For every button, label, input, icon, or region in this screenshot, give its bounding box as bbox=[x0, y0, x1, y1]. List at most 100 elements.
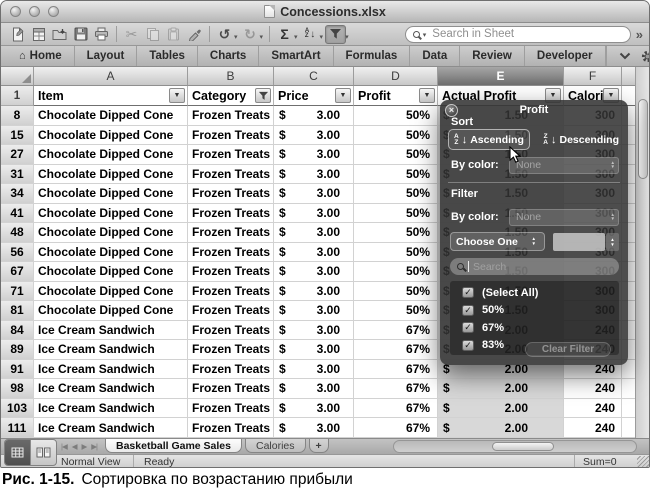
cell-profit[interactable]: 50% bbox=[354, 164, 438, 185]
tab-nav-arrow-1[interactable]: ◀ bbox=[72, 442, 78, 451]
tab-tables[interactable]: Tables bbox=[137, 46, 198, 66]
cell-category[interactable]: Frozen Treats bbox=[188, 164, 274, 185]
vertical-scrollbar-thumb[interactable] bbox=[637, 99, 648, 179]
filter-menu-caret[interactable]: ▾ bbox=[345, 33, 349, 41]
tab-nav-arrow-3[interactable]: ▶| bbox=[91, 442, 98, 451]
cell-category[interactable]: Frozen Treats bbox=[188, 281, 274, 302]
paste-icon[interactable] bbox=[163, 25, 184, 44]
cell-profit[interactable]: 50% bbox=[354, 281, 438, 302]
cell-profit[interactable]: 50% bbox=[354, 145, 438, 165]
cell-item[interactable]: Ice Cream Sandwich bbox=[34, 340, 188, 360]
cell-profit[interactable]: 50% bbox=[354, 203, 438, 224]
cell-item[interactable]: Chocolate Dipped Cone bbox=[34, 262, 188, 282]
cell-item[interactable]: Chocolate Dipped Cone bbox=[34, 184, 188, 204]
cell-item[interactable]: Ice Cream Sandwich bbox=[34, 379, 188, 399]
filter-value-stepper[interactable]: ▲ ▼ bbox=[606, 232, 619, 251]
zoom-window-button[interactable] bbox=[48, 6, 59, 17]
column-header-b[interactable]: B bbox=[188, 67, 274, 86]
toolbar-overflow-icon[interactable]: » bbox=[636, 27, 643, 42]
tab-nav-arrow-0[interactable]: |◀ bbox=[61, 442, 68, 451]
collapse-ribbon-icon[interactable] bbox=[619, 47, 631, 65]
row-number[interactable]: 56 bbox=[1, 242, 34, 263]
cell-actual-profit[interactable]: $2.00 bbox=[438, 398, 564, 419]
row-number[interactable]: 84 bbox=[1, 320, 34, 341]
vertical-scrollbar[interactable] bbox=[635, 67, 649, 438]
sheet-tab-calories[interactable]: Calories bbox=[244, 439, 306, 453]
select-all-corner[interactable] bbox=[1, 67, 34, 86]
checkbox-checked-icon[interactable]: ✓ bbox=[462, 287, 474, 299]
cell-item[interactable]: Chocolate Dipped Cone bbox=[34, 281, 188, 302]
row-number[interactable]: 1 bbox=[1, 86, 34, 106]
cell-profit[interactable]: 50% bbox=[354, 262, 438, 282]
filter-search-field[interactable]: Search bbox=[450, 258, 619, 275]
new-from-template-icon[interactable] bbox=[28, 25, 49, 44]
cell-profit[interactable]: 50% bbox=[354, 223, 438, 243]
tab-layout[interactable]: Layout bbox=[75, 46, 138, 66]
cell-price[interactable]: $3.00 bbox=[274, 145, 354, 165]
row-number[interactable]: 71 bbox=[1, 281, 34, 302]
cell-profit[interactable]: 67% bbox=[354, 359, 438, 380]
cell-item[interactable]: Chocolate Dipped Cone bbox=[34, 223, 188, 243]
row-number[interactable]: 48 bbox=[1, 223, 34, 243]
filter-option-50[interactable]: ✓ 50% bbox=[450, 302, 619, 320]
checkbox-checked-icon[interactable]: ✓ bbox=[462, 339, 474, 351]
autosum-menu-caret[interactable]: ▾ bbox=[294, 33, 298, 41]
redo-icon[interactable]: ↻ bbox=[240, 25, 261, 44]
cell-item[interactable]: Ice Cream Sandwich bbox=[34, 359, 188, 380]
tab-review[interactable]: Review bbox=[460, 46, 525, 66]
row-number[interactable]: 98 bbox=[1, 379, 34, 399]
cell-price[interactable]: $3.00 bbox=[274, 340, 354, 360]
cell-category[interactable]: Frozen Treats bbox=[188, 223, 274, 243]
row-number[interactable]: 81 bbox=[1, 301, 34, 321]
cell-actual-profit[interactable]: $2.00 bbox=[438, 418, 564, 438]
row-number[interactable]: 89 bbox=[1, 340, 34, 360]
resize-grip[interactable] bbox=[637, 455, 649, 467]
filter-value-field[interactable] bbox=[553, 232, 605, 251]
cell-price[interactable]: $3.00 bbox=[274, 398, 354, 419]
cell-item[interactable]: Ice Cream Sandwich bbox=[34, 320, 188, 341]
cell-item[interactable]: Chocolate Dipped Cone bbox=[34, 106, 188, 126]
cut-icon[interactable]: ✂ bbox=[121, 25, 142, 44]
sort-by-color-dropdown[interactable]: None ▲ ▼ bbox=[509, 156, 619, 174]
cell-item[interactable]: Chocolate Dipped Cone bbox=[34, 164, 188, 185]
cell-item[interactable]: Chocolate Dipped Cone bbox=[34, 242, 188, 263]
cell-profit[interactable]: 50% bbox=[354, 106, 438, 126]
tab-data[interactable]: Data bbox=[410, 46, 461, 66]
page-layout-view-button[interactable] bbox=[30, 440, 56, 465]
cell-category[interactable]: Frozen Treats bbox=[188, 340, 274, 360]
column-header-e[interactable]: E bbox=[438, 67, 564, 86]
save-icon[interactable] bbox=[70, 25, 91, 44]
cell-profit[interactable]: 67% bbox=[354, 340, 438, 360]
horizontal-scrollbar-thumb[interactable] bbox=[492, 441, 554, 451]
cell-category[interactable]: Frozen Treats bbox=[188, 320, 274, 341]
tab-formulas[interactable]: Formulas bbox=[334, 46, 411, 66]
row-number[interactable]: 67 bbox=[1, 262, 34, 282]
cell-price[interactable]: $3.00 bbox=[274, 281, 354, 302]
filter-by-color-dropdown[interactable]: None ▲ ▼ bbox=[509, 208, 619, 226]
cell-category[interactable]: Frozen Treats bbox=[188, 125, 274, 146]
cell-category[interactable]: Frozen Treats bbox=[188, 379, 274, 399]
cell-category[interactable]: Frozen Treats bbox=[188, 301, 274, 321]
filter-applied-icon[interactable] bbox=[255, 88, 271, 103]
cell-item[interactable]: Chocolate Dipped Cone bbox=[34, 145, 188, 165]
choose-one-dropdown[interactable]: Choose One ▲ ▼ bbox=[450, 232, 545, 251]
cell-item[interactable]: Ice Cream Sandwich bbox=[34, 398, 188, 419]
cell-profit[interactable]: 50% bbox=[354, 301, 438, 321]
tab-smartart[interactable]: SmartArt bbox=[259, 46, 334, 66]
cell-price[interactable]: $3.00 bbox=[274, 418, 354, 438]
cell-profit[interactable]: 67% bbox=[354, 398, 438, 419]
row-number[interactable]: 111 bbox=[1, 418, 34, 438]
cell-price[interactable]: $3.00 bbox=[274, 106, 354, 126]
cell-calories[interactable]: 240 bbox=[564, 379, 622, 399]
cell-category[interactable]: Frozen Treats bbox=[188, 242, 274, 263]
cell-category[interactable]: Frozen Treats bbox=[188, 418, 274, 438]
format-painter-icon[interactable] bbox=[184, 25, 205, 44]
row-number[interactable]: 34 bbox=[1, 184, 34, 204]
sheet-tab-basketball-game-sales[interactable]: Basketball Game Sales bbox=[105, 439, 242, 453]
cell-profit[interactable]: 50% bbox=[354, 125, 438, 146]
cell-profit[interactable]: 67% bbox=[354, 379, 438, 399]
cell-price[interactable]: $3.00 bbox=[274, 379, 354, 399]
cell-category[interactable]: Frozen Treats bbox=[188, 106, 274, 126]
checkbox-checked-icon[interactable]: ✓ bbox=[462, 322, 474, 334]
minimize-window-button[interactable] bbox=[29, 6, 40, 17]
